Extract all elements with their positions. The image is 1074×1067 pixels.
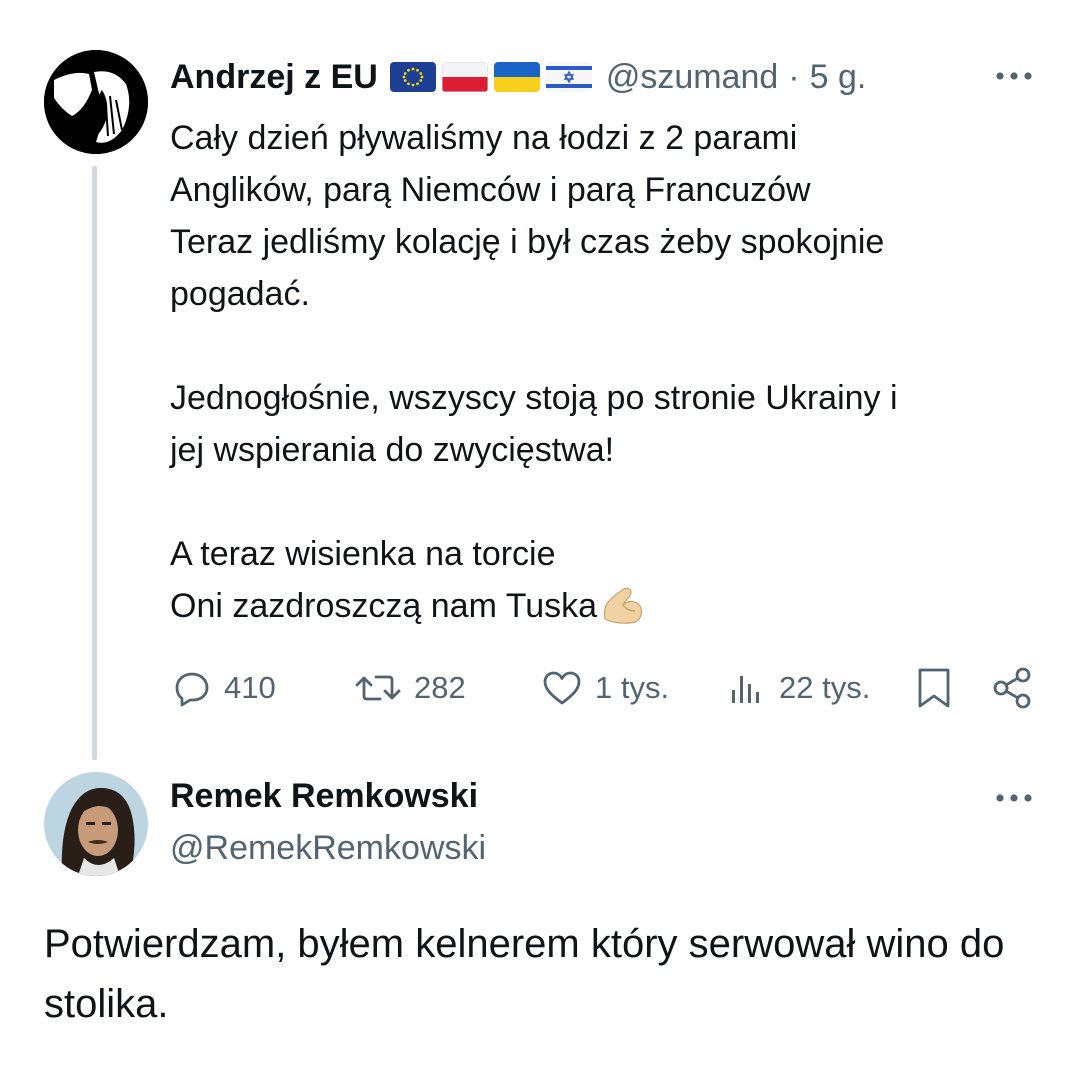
author-display-name[interactable]: Andrzej z EU [170,58,378,97]
poland-flag-icon [441,62,488,92]
more-horizontal-icon [996,72,1032,80]
repost-icon [355,675,401,701]
author-handle[interactable]: @szumand [606,58,778,97]
more-options-button[interactable] [990,58,1038,94]
author-avatar[interactable] [44,50,148,154]
eu-flag-icon [389,62,436,92]
israel-flag-icon [545,62,592,92]
share-icon [993,667,1031,709]
tweet-body: Cały dzień pływaliśmy na łodzi z 2 param… [170,112,1050,632]
tweet-timestamp[interactable]: 5 g. [810,58,867,97]
reply-author-avatar[interactable] [44,772,148,876]
reply-more-options-button[interactable] [990,780,1038,816]
flexed-biceps-icon [599,581,645,627]
like-button[interactable]: 1 tys. [541,662,669,714]
tweet-text: Cały dzień pływaliśmy na łodzi z 2 param… [170,119,898,625]
reply-author-handle[interactable]: @RemekRemkowski [170,824,486,872]
reply-author-display-name[interactable]: Remek Remkowski [170,772,478,820]
reply-button[interactable]: 410 [172,662,276,714]
repost-count: 282 [414,670,466,705]
tweet-header: Andrzej z EU @szumand · 5 g. [170,52,866,102]
analytics-icon [732,676,759,703]
ukraine-flag-icon [493,62,540,92]
like-count: 1 tys. [595,670,670,705]
bookmark-button[interactable] [914,662,954,714]
bookmark-icon [918,668,950,708]
share-button[interactable] [991,662,1035,714]
thread-connector-line [92,166,97,760]
more-horizontal-icon [996,794,1032,802]
reply-count: 410 [224,670,276,705]
heart-icon [543,671,581,705]
header-separator: · [788,57,800,96]
reply-body: Potwierdzam, byłem kelnerem który serwow… [44,922,1005,1026]
repost-button[interactable]: 282 [354,662,466,714]
avatar-image [44,50,148,154]
views-button[interactable]: 22 tys. [727,662,870,714]
reply-icon [175,672,209,707]
avatar-image [44,772,148,876]
view-count: 22 tys. [779,670,871,705]
